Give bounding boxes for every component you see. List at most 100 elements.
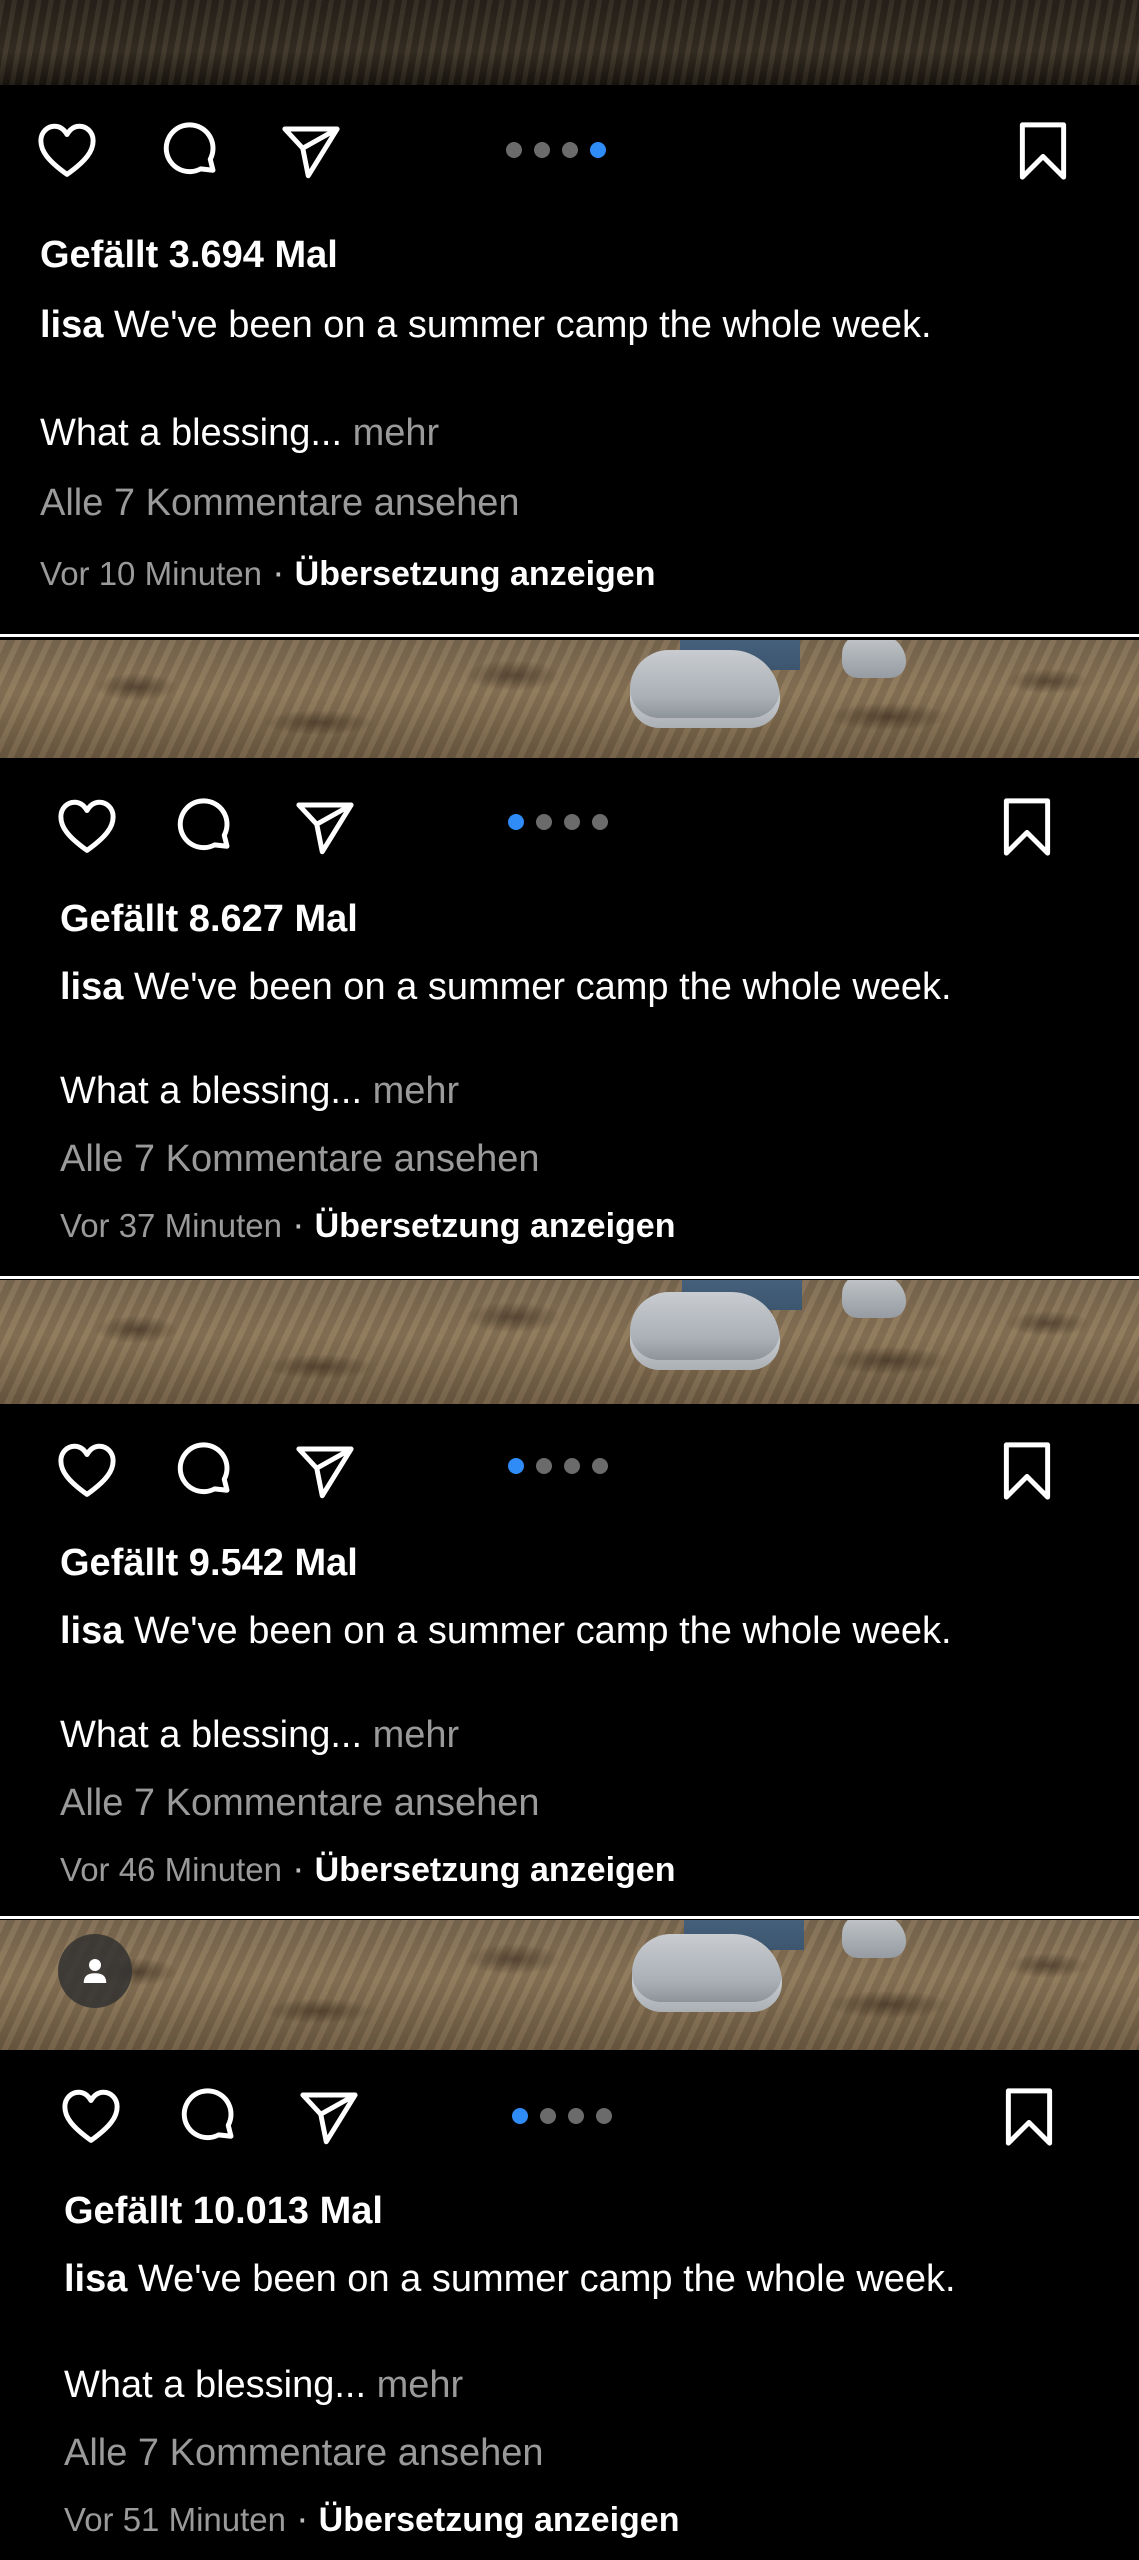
meta-separator: · <box>291 1848 305 1890</box>
caption-more-text: What a blessing... <box>60 1714 363 1756</box>
carousel-dots <box>506 142 606 158</box>
tagged-users-button[interactable] <box>58 1934 132 2008</box>
translate-link[interactable]: Übersetzung anzeigen <box>319 2501 680 2539</box>
caption-continued: What a blessing... mehr <box>64 2364 463 2407</box>
paper-plane-icon[interactable] <box>292 1438 358 1504</box>
translate-link[interactable]: Übersetzung anzeigen <box>315 1207 676 1245</box>
post: Gefällt 3.694 Mal lisa We've been on a s… <box>0 0 1139 632</box>
view-comments-link[interactable]: Alle 7 Kommentare ansehen <box>60 1782 540 1825</box>
post-meta: Vor 51 Minuten · Übersetzung anzeigen <box>64 2498 679 2541</box>
timestamp: Vor 10 Minuten <box>40 555 262 592</box>
caption-text: We've been on a summer camp the whole we… <box>133 966 952 1008</box>
carousel-dot-active <box>508 814 524 830</box>
timestamp: Vor 51 Minuten <box>64 2501 286 2538</box>
caption-text: We've been on a summer camp the whole we… <box>133 1610 952 1652</box>
more-link[interactable]: mehr <box>377 2364 464 2406</box>
heart-icon[interactable] <box>58 2084 124 2150</box>
photo-shoe <box>842 1280 906 1318</box>
caption-continued: What a blessing... mehr <box>40 412 439 455</box>
post-image[interactable] <box>0 1280 1139 1404</box>
comment-icon[interactable] <box>176 2084 242 2150</box>
post-image[interactable] <box>0 0 1139 85</box>
timestamp: Vor 46 Minuten <box>60 1851 282 1888</box>
carousel-dot <box>568 2108 584 2124</box>
carousel-dot <box>536 814 552 830</box>
caption-more-text: What a blessing... <box>40 412 343 454</box>
carousel-dot <box>536 1458 552 1474</box>
view-comments-link[interactable]: Alle 7 Kommentare ansehen <box>64 2432 544 2475</box>
carousel-dot <box>564 814 580 830</box>
action-row <box>0 2084 1139 2164</box>
carousel-dot <box>592 814 608 830</box>
photo-shoe <box>632 1934 782 2012</box>
comment-icon[interactable] <box>172 794 238 860</box>
comment-icon[interactable] <box>172 1438 238 1504</box>
caption: lisa We've been on a summer camp the who… <box>60 966 952 1009</box>
meta-separator: · <box>291 1204 305 1246</box>
paper-plane-icon[interactable] <box>292 794 358 860</box>
carousel-dot <box>562 142 578 158</box>
caption: lisa We've been on a summer camp the who… <box>64 2258 956 2301</box>
post: Gefällt 10.013 Mal lisa We've been on a … <box>0 1920 1139 2560</box>
carousel-dot <box>540 2108 556 2124</box>
post-image[interactable] <box>0 640 1139 758</box>
more-link[interactable]: mehr <box>373 1070 460 1112</box>
like-count[interactable]: Gefällt 8.627 Mal <box>60 898 358 941</box>
action-row <box>0 1438 1139 1518</box>
caption-continued: What a blessing... mehr <box>60 1714 459 1757</box>
photo-shoe <box>842 640 906 678</box>
translate-link[interactable]: Übersetzung anzeigen <box>315 1851 676 1889</box>
post-meta: Vor 10 Minuten · Übersetzung anzeigen <box>40 552 655 595</box>
caption: lisa We've been on a summer camp the who… <box>40 304 932 347</box>
carousel-dots <box>508 1458 608 1474</box>
view-comments-link[interactable]: Alle 7 Kommentare ansehen <box>60 1138 540 1181</box>
heart-icon[interactable] <box>54 1438 120 1504</box>
post: Gefällt 8.627 Mal lisa We've been on a s… <box>0 640 1139 1272</box>
carousel-dot-active <box>590 142 606 158</box>
timestamp: Vor 37 Minuten <box>60 1207 282 1244</box>
action-row <box>0 118 1139 198</box>
caption-text: We've been on a summer camp the whole we… <box>113 304 932 346</box>
carousel-dot <box>592 1458 608 1474</box>
more-link[interactable]: mehr <box>353 412 440 454</box>
photo-shoe <box>842 1920 906 1958</box>
username[interactable]: lisa <box>60 966 123 1008</box>
username[interactable]: lisa <box>64 2258 127 2300</box>
caption-text: We've been on a summer camp the whole we… <box>137 2258 956 2300</box>
bookmark-icon[interactable] <box>994 794 1060 860</box>
paper-plane-icon[interactable] <box>278 118 344 184</box>
post-meta: Vor 46 Minuten · Übersetzung anzeigen <box>60 1848 675 1891</box>
caption-continued: What a blessing... mehr <box>60 1070 459 1113</box>
like-count[interactable]: Gefällt 9.542 Mal <box>60 1542 358 1585</box>
post: Gefällt 9.542 Mal lisa We've been on a s… <box>0 1280 1139 1914</box>
carousel-dot-active <box>508 1458 524 1474</box>
carousel-dot-active <box>512 2108 528 2124</box>
comment-icon[interactable] <box>158 118 224 184</box>
more-link[interactable]: mehr <box>373 1714 460 1756</box>
caption: lisa We've been on a summer camp the who… <box>60 1610 952 1653</box>
photo-shoe <box>630 650 780 728</box>
carousel-dots <box>508 814 608 830</box>
bookmark-icon[interactable] <box>994 1438 1060 1504</box>
post-image[interactable] <box>0 1920 1139 2050</box>
translate-link[interactable]: Übersetzung anzeigen <box>295 555 656 593</box>
view-comments-link[interactable]: Alle 7 Kommentare ansehen <box>40 482 520 525</box>
action-row <box>0 794 1139 874</box>
post-divider <box>0 1916 1139 1919</box>
carousel-dots <box>512 2108 612 2124</box>
bookmark-icon[interactable] <box>996 2084 1062 2150</box>
bookmark-icon[interactable] <box>1010 118 1076 184</box>
person-icon <box>83 1959 107 1983</box>
carousel-dot <box>564 1458 580 1474</box>
meta-separator: · <box>295 2498 309 2540</box>
photo-shoe <box>630 1292 780 1370</box>
post-divider <box>0 634 1139 637</box>
heart-icon[interactable] <box>34 118 100 184</box>
paper-plane-icon[interactable] <box>296 2084 362 2150</box>
post-divider <box>0 1276 1139 1279</box>
heart-icon[interactable] <box>54 794 120 860</box>
username[interactable]: lisa <box>40 304 103 346</box>
like-count[interactable]: Gefällt 3.694 Mal <box>40 234 338 277</box>
username[interactable]: lisa <box>60 1610 123 1652</box>
like-count[interactable]: Gefällt 10.013 Mal <box>64 2190 383 2233</box>
